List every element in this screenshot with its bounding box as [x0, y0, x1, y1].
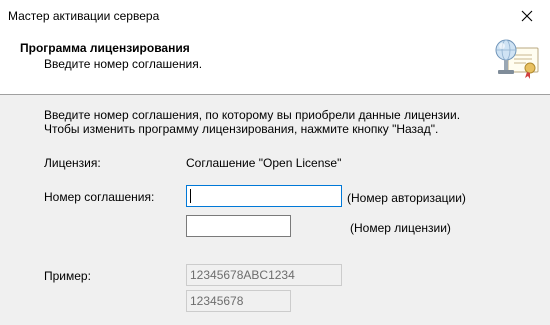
- authorization-number-hint: (Номер авторизации): [347, 191, 466, 205]
- title-bar: Мастер активации сервера: [0, 0, 550, 32]
- license-number-input[interactable]: [186, 215, 291, 237]
- close-button[interactable]: [504, 0, 550, 32]
- intro-line-2: Чтобы изменить программу лицензирования,…: [44, 122, 439, 136]
- header-title: Программа лицензирования: [20, 41, 190, 55]
- authorization-example-field: [186, 264, 342, 286]
- license-value: Соглашение "Open License": [186, 156, 342, 170]
- intro-text: Введите номер соглашения, по которому вы…: [44, 108, 460, 136]
- close-icon: [521, 10, 533, 22]
- license-example-field: [186, 290, 291, 312]
- license-number-hint: (Номер лицензии): [350, 221, 451, 235]
- header-subtitle: Введите номер соглашения.: [44, 57, 203, 71]
- text-caret: [190, 189, 191, 203]
- window-title: Мастер активации сервера: [8, 9, 160, 23]
- authorization-number-input[interactable]: [186, 185, 342, 207]
- intro-line-1: Введите номер соглашения, по которому вы…: [44, 108, 461, 122]
- agreement-number-label: Номер соглашения:: [44, 190, 155, 204]
- license-label: Лицензия:: [44, 156, 101, 170]
- example-label: Пример:: [44, 269, 91, 283]
- wizard-header: Программа лицензирования Введите номер с…: [0, 32, 550, 95]
- certificate-icon: [495, 39, 539, 79]
